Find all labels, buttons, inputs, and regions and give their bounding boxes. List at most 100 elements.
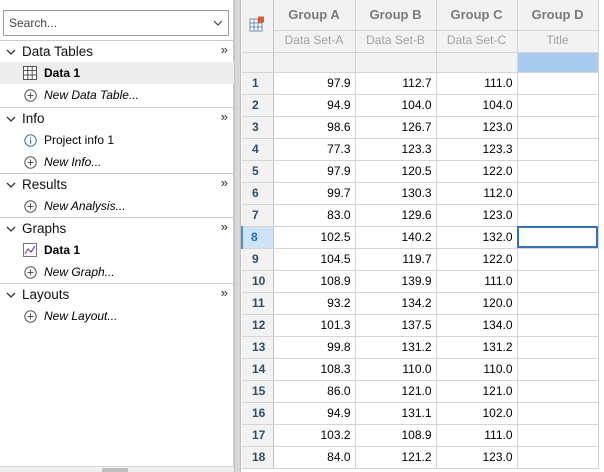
chevron-down-icon[interactable] bbox=[0, 284, 22, 305]
cell-group-b[interactable]: 108.9 bbox=[355, 424, 437, 447]
row-number[interactable]: 13 bbox=[242, 336, 274, 359]
cell-group-c[interactable]: 123.0 bbox=[436, 116, 518, 139]
cell-group-d[interactable] bbox=[517, 204, 599, 227]
chevron-down-icon[interactable] bbox=[0, 218, 22, 239]
cell-group-c[interactable]: 102.0 bbox=[436, 402, 518, 425]
subcolumn-header-b[interactable] bbox=[355, 52, 437, 73]
table-format-icon[interactable] bbox=[242, 0, 274, 53]
row-number[interactable]: 3 bbox=[242, 116, 274, 139]
cell-group-a[interactable]: 93.2 bbox=[273, 292, 356, 315]
chevron-down-icon[interactable] bbox=[0, 41, 22, 62]
cell-group-b[interactable]: 119.7 bbox=[355, 248, 437, 271]
cell-group-c[interactable]: 112.0 bbox=[436, 182, 518, 205]
row-number[interactable]: 7 bbox=[242, 204, 274, 227]
cell-group-a[interactable]: 83.0 bbox=[273, 204, 356, 227]
row-number[interactable]: 18 bbox=[242, 446, 274, 469]
cell-group-a[interactable]: 86.0 bbox=[273, 380, 356, 403]
row-number[interactable]: 1 bbox=[242, 72, 274, 95]
cell-group-c[interactable]: 123.3 bbox=[436, 138, 518, 161]
cell-group-b[interactable]: 121.2 bbox=[355, 446, 437, 469]
search-input[interactable] bbox=[4, 11, 210, 35]
cell-group-d[interactable] bbox=[517, 336, 599, 359]
cell-group-b[interactable]: 134.2 bbox=[355, 292, 437, 315]
section-header-results[interactable]: Results » bbox=[0, 174, 234, 195]
column-header-group-d[interactable]: Group D bbox=[517, 0, 599, 31]
nav-item-new-graph[interactable]: New Graph... bbox=[0, 261, 234, 283]
dataset-title-a[interactable]: Data Set-A bbox=[273, 30, 356, 53]
cell-group-b[interactable]: 129.6 bbox=[355, 204, 437, 227]
cell-group-d[interactable] bbox=[517, 182, 599, 205]
row-number[interactable]: 16 bbox=[242, 402, 274, 425]
cell-group-b[interactable]: 131.1 bbox=[355, 402, 437, 425]
chevron-down-icon[interactable] bbox=[0, 108, 22, 129]
row-number[interactable]: 4 bbox=[242, 138, 274, 161]
row-number[interactable]: 12 bbox=[242, 314, 274, 337]
cell-group-c[interactable]: 110.0 bbox=[436, 358, 518, 381]
collapse-pane-icon[interactable]: » bbox=[221, 285, 228, 300]
cell-group-d[interactable] bbox=[517, 358, 599, 381]
scrollbar-thumb[interactable] bbox=[102, 468, 128, 472]
cell-group-a[interactable]: 108.3 bbox=[273, 358, 356, 381]
collapse-pane-icon[interactable]: » bbox=[221, 219, 228, 234]
column-header-group-b[interactable]: Group B bbox=[355, 0, 437, 31]
row-number[interactable]: 8 bbox=[241, 226, 274, 249]
cell-group-c[interactable]: 121.0 bbox=[436, 380, 518, 403]
cell-group-d[interactable] bbox=[517, 160, 599, 183]
nav-item-new-layout[interactable]: New Layout... bbox=[0, 305, 234, 327]
row-number[interactable]: 17 bbox=[242, 424, 274, 447]
cell-group-d[interactable] bbox=[517, 446, 599, 469]
search-box[interactable] bbox=[3, 10, 229, 36]
nav-item-data-1[interactable]: Data 1 bbox=[0, 62, 234, 84]
cell-group-d[interactable] bbox=[517, 116, 599, 139]
cell-group-a[interactable]: 98.6 bbox=[273, 116, 356, 139]
cell-group-c[interactable]: 123.0 bbox=[436, 204, 518, 227]
cell-group-b[interactable]: 123.3 bbox=[355, 138, 437, 161]
cell-group-b[interactable]: 120.5 bbox=[355, 160, 437, 183]
dataset-title-d[interactable]: Title bbox=[517, 30, 599, 53]
cell-group-d[interactable] bbox=[517, 248, 599, 271]
cell-group-c[interactable]: 132.0 bbox=[436, 226, 518, 249]
cell-group-d[interactable] bbox=[517, 138, 599, 161]
cell-group-d[interactable] bbox=[517, 94, 599, 117]
cell-group-a[interactable]: 77.3 bbox=[273, 138, 356, 161]
subcolumn-header-d-selected[interactable] bbox=[517, 52, 599, 73]
cell-group-c[interactable]: 111.0 bbox=[436, 270, 518, 293]
section-header-data-tables[interactable]: Data Tables » bbox=[0, 41, 234, 62]
nav-item-new-info[interactable]: New Info... bbox=[0, 151, 234, 173]
cell-group-b[interactable]: 140.2 bbox=[355, 226, 437, 249]
nav-item-new-analysis[interactable]: New Analysis... bbox=[0, 195, 234, 217]
row-number[interactable]: 2 bbox=[242, 94, 274, 117]
cell-group-a[interactable]: 94.9 bbox=[273, 94, 356, 117]
row-number[interactable]: 9 bbox=[242, 248, 274, 271]
dataset-title-c[interactable]: Data Set-C bbox=[436, 30, 518, 53]
cell-group-c[interactable]: 111.0 bbox=[436, 72, 518, 95]
cell-group-a[interactable]: 84.0 bbox=[273, 446, 356, 469]
section-header-layouts[interactable]: Layouts » bbox=[0, 284, 234, 305]
cell-group-d[interactable] bbox=[517, 424, 599, 447]
cell-group-a[interactable]: 97.9 bbox=[273, 72, 356, 95]
chevron-down-icon[interactable] bbox=[209, 12, 227, 34]
row-number[interactable]: 10 bbox=[242, 270, 274, 293]
cell-group-a[interactable]: 108.9 bbox=[273, 270, 356, 293]
cell-group-b[interactable]: 131.2 bbox=[355, 336, 437, 359]
nav-item-project-info-1[interactable]: Project info 1 bbox=[0, 129, 234, 151]
cell-group-a[interactable]: 104.5 bbox=[273, 248, 356, 271]
cell-group-b[interactable]: 139.9 bbox=[355, 270, 437, 293]
row-number[interactable]: 11 bbox=[242, 292, 274, 315]
row-number[interactable]: 15 bbox=[242, 380, 274, 403]
cell-group-c[interactable]: 123.0 bbox=[436, 446, 518, 469]
subcolumn-header-c[interactable] bbox=[436, 52, 518, 73]
cell-group-a[interactable]: 99.7 bbox=[273, 182, 356, 205]
cell-group-a[interactable]: 94.9 bbox=[273, 402, 356, 425]
cell-group-a[interactable]: 97.9 bbox=[273, 160, 356, 183]
cell-group-a[interactable]: 103.2 bbox=[273, 424, 356, 447]
cell-group-b[interactable]: 121.0 bbox=[355, 380, 437, 403]
cell-group-b[interactable]: 137.5 bbox=[355, 314, 437, 337]
row-number[interactable]: 14 bbox=[242, 358, 274, 381]
cell-group-c[interactable]: 122.0 bbox=[436, 248, 518, 271]
cell-group-a[interactable]: 101.3 bbox=[273, 314, 356, 337]
cell-group-c[interactable]: 122.0 bbox=[436, 160, 518, 183]
nav-item-new-data-table[interactable]: New Data Table... bbox=[0, 84, 234, 106]
cell-group-d[interactable] bbox=[517, 72, 599, 95]
cell-group-a[interactable]: 102.5 bbox=[273, 226, 356, 249]
